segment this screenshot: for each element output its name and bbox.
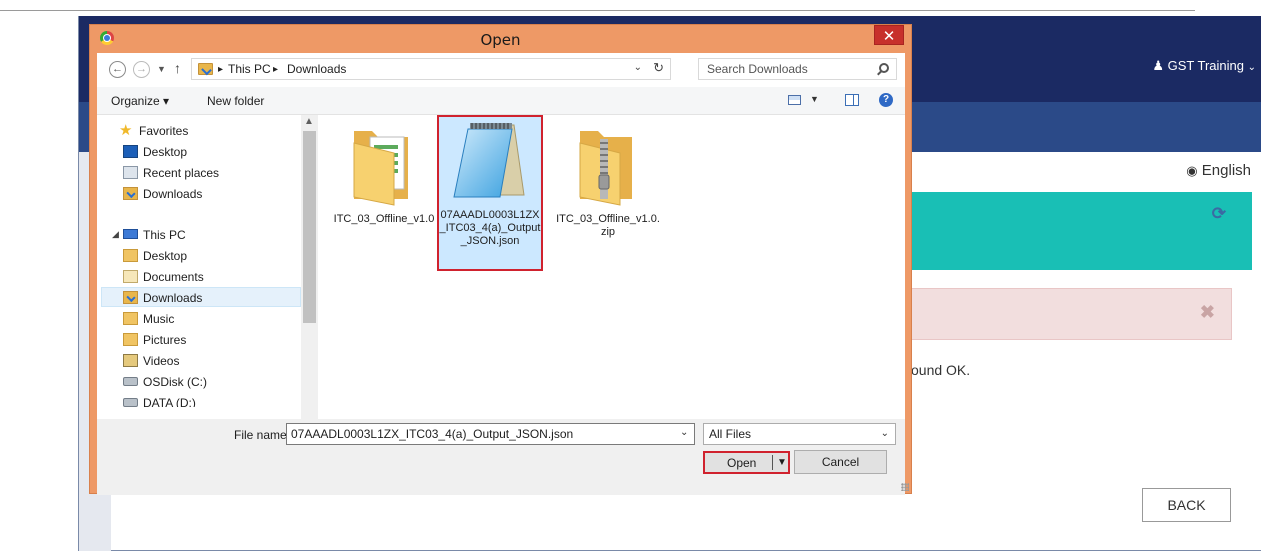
file-name: ITC_03_Offline_v1.0.zip: [556, 213, 660, 238]
nav-osdisk[interactable]: OSDisk (C:): [123, 372, 293, 392]
screen: ♟ GST Training ⌄ ◉ English ⟳ ✖ ound OK. …: [0, 0, 1261, 551]
recent-places-icon: [123, 166, 138, 179]
file-name-dropdown-chevron-icon[interactable]: ⌄: [680, 427, 688, 438]
status-message: ound OK.: [911, 362, 971, 378]
refresh-icon[interactable]: ⟳: [1212, 204, 1226, 224]
zip-folder-icon: [579, 131, 632, 206]
new-folder-button[interactable]: New folder: [207, 94, 264, 108]
file-type-select[interactable]: All Files ⌄: [703, 423, 896, 445]
nav-pictures[interactable]: Pictures: [123, 330, 293, 350]
file-item-selected[interactable]: 07AAADL0003L1ZX_ITC03_4(a)_Output_JSON.j…: [437, 115, 543, 271]
view-options-chevron-icon[interactable]: ▼: [810, 94, 819, 104]
desktop-folder-icon: [123, 249, 138, 262]
scrollbar-thumb[interactable]: [303, 131, 316, 323]
file-name-label: File name:: [234, 428, 291, 442]
chevron-down-icon[interactable]: ⌄: [634, 62, 642, 73]
preview-pane-icon[interactable]: [845, 94, 859, 106]
dialog-title-bar[interactable]: Open ✕: [90, 25, 911, 53]
top-divider: [0, 10, 1195, 11]
user-menu-label: GST Training: [1167, 58, 1244, 73]
chevron-down-icon: ⌄: [880, 428, 889, 439]
file-item[interactable]: ITC_03_Offline_v1.0.zip: [555, 119, 661, 271]
documents-folder-icon: [123, 270, 138, 283]
back-arrow-icon[interactable]: ←: [109, 61, 126, 78]
up-arrow-icon[interactable]: ↑: [174, 60, 181, 76]
split-divider: [772, 455, 773, 470]
chevron-down-icon: ⌄: [1247, 62, 1256, 73]
nav-data-drive[interactable]: DATA (D:): [123, 393, 293, 407]
cancel-button[interactable]: Cancel: [794, 450, 887, 474]
organize-button[interactable]: Organize ▾: [111, 94, 169, 108]
nav-pc-desktop[interactable]: Desktop: [123, 246, 293, 266]
computer-icon: [123, 229, 138, 239]
expand-chevron-icon[interactable]: ◢: [112, 229, 119, 240]
teal-panel: ⟳: [911, 192, 1252, 270]
nav-videos[interactable]: Videos: [123, 351, 293, 371]
address-row: ← → ▼ ↑ ▸ This PC ▸ Downloads ⌄ ↻: [97, 53, 905, 87]
breadcrumb-downloads[interactable]: Downloads: [287, 62, 346, 76]
nav-desktop[interactable]: Desktop: [123, 142, 293, 162]
downloads-folder-icon: [123, 291, 138, 304]
scroll-up-arrow-icon[interactable]: ▲: [304, 116, 314, 127]
address-bar[interactable]: ▸ This PC ▸ Downloads ⌄ ↻: [191, 58, 671, 80]
file-name: 07AAADL0003L1ZX_ITC03_4(a)_Output_JSON.j…: [439, 209, 541, 247]
file-list: ITC_03_Offline_v1.0 07AAADL0003L1ZX_ITC0…: [319, 115, 905, 447]
user-menu[interactable]: ♟ GST Training ⌄: [1152, 58, 1256, 74]
nav-this-pc[interactable]: ◢ This PC: [112, 225, 293, 245]
file-type-value: All Files: [709, 427, 752, 441]
file-item[interactable]: ITC_03_Offline_v1.0: [331, 119, 437, 271]
error-alert: ✖: [911, 288, 1232, 340]
navigation-pane: ★ Favorites Desktop Recent places Downlo…: [97, 115, 319, 447]
resize-grip-icon[interactable]: [901, 483, 909, 491]
downloads-folder-icon: [198, 63, 213, 75]
change-view-icon[interactable]: [788, 95, 801, 105]
dialog-title: Open: [480, 31, 521, 49]
nav-pc-downloads[interactable]: Downloads: [101, 287, 301, 307]
recent-locations-chevron-icon[interactable]: ▼: [157, 64, 166, 74]
nav-downloads[interactable]: Downloads: [123, 184, 293, 204]
user-icon: ♟: [1152, 58, 1164, 73]
star-icon: ★: [119, 122, 133, 139]
open-options-chevron-icon[interactable]: ▼: [777, 457, 787, 468]
nav-recent-places[interactable]: Recent places: [123, 163, 293, 183]
folder-icon: [353, 131, 408, 206]
nav-music[interactable]: Music: [123, 309, 293, 329]
open-button[interactable]: Open ▼: [703, 451, 790, 474]
address-separator-icon: ▸: [273, 64, 279, 75]
search-icon[interactable]: [879, 63, 889, 73]
refresh-icon[interactable]: ↻: [653, 60, 664, 76]
file-name: ITC_03_Offline_v1.0: [333, 213, 435, 225]
downloads-folder-icon: [123, 187, 138, 200]
search-input[interactable]: [707, 62, 867, 76]
open-file-dialog: Open ✕ ← → ▼ ↑ ▸ This PC ▸ Downloads ⌄ ↻: [89, 24, 912, 495]
file-name-input[interactable]: [286, 423, 695, 445]
pictures-folder-icon: [123, 333, 138, 346]
notepad-file-icon: [453, 123, 525, 198]
nav-favorites[interactable]: ★ Favorites: [119, 121, 289, 141]
desktop-icon: [123, 145, 138, 158]
dialog-close-button[interactable]: ✕: [874, 25, 904, 45]
breadcrumb-this-pc[interactable]: This PC: [228, 62, 271, 76]
disk-drive-icon: [123, 398, 138, 407]
close-icon[interactable]: ✖: [1200, 302, 1215, 323]
address-separator-icon: ▸: [218, 64, 224, 75]
nav-pane-scrollbar[interactable]: ▲ ▼: [301, 115, 318, 447]
language-label: English: [1201, 162, 1251, 179]
videos-folder-icon: [123, 354, 138, 367]
back-button[interactable]: BACK: [1142, 488, 1231, 522]
dialog-toolbar: Organize ▾ New folder ▼ ?: [97, 87, 905, 115]
open-button-label: Open: [727, 456, 757, 470]
disk-drive-icon: [123, 377, 138, 386]
search-box[interactable]: [698, 58, 897, 80]
help-icon[interactable]: ?: [879, 93, 893, 107]
music-folder-icon: [123, 312, 138, 325]
globe-icon: ◉: [1186, 163, 1198, 178]
language-selector[interactable]: ◉ English: [1186, 162, 1251, 179]
forward-arrow-icon[interactable]: →: [133, 61, 150, 78]
nav-documents[interactable]: Documents: [123, 267, 293, 287]
